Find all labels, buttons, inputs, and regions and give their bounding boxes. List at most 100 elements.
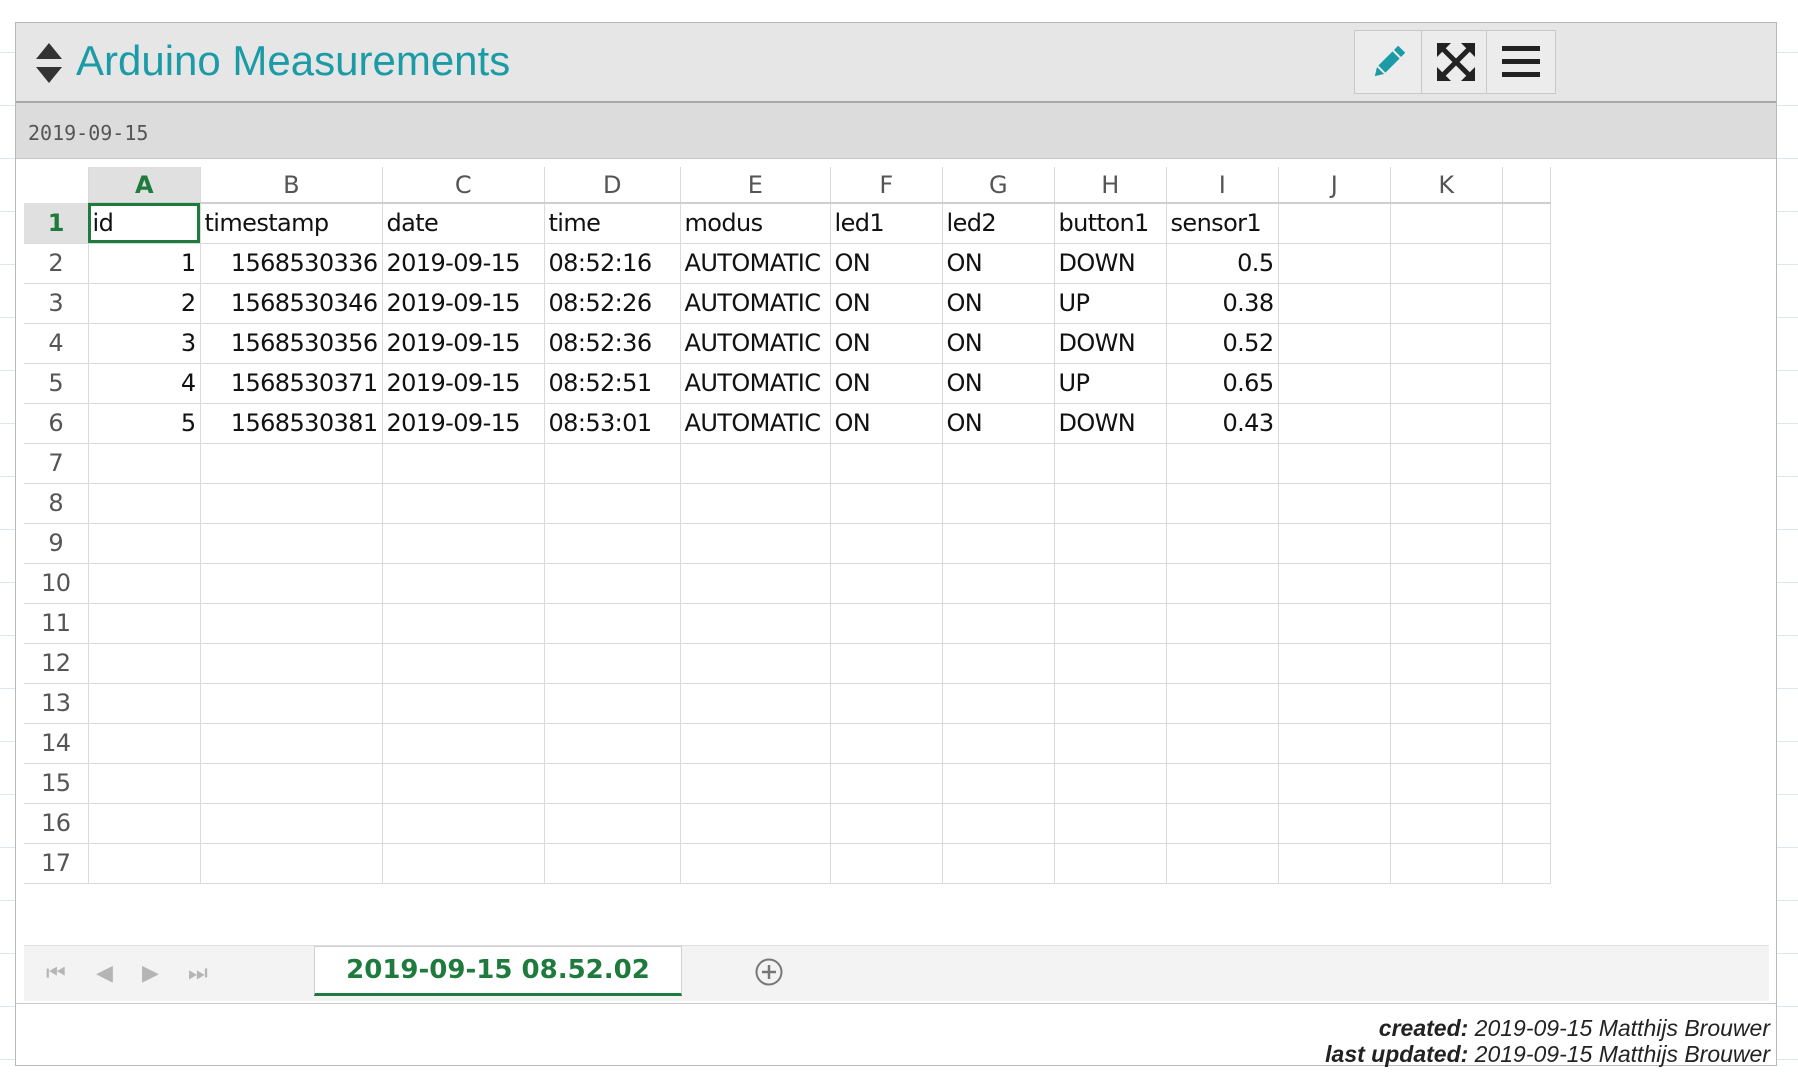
row-header[interactable]: 16 [24, 803, 89, 844]
cell-f7[interactable] [830, 443, 943, 484]
cell-k10[interactable] [1390, 563, 1503, 604]
cell-d1[interactable]: time [544, 203, 681, 244]
cell-j14[interactable] [1278, 723, 1391, 764]
cell-h6[interactable]: DOWN [1054, 403, 1167, 444]
cell-c1[interactable]: date [382, 203, 545, 244]
cell-f3[interactable]: ON [830, 283, 943, 324]
cell-g5[interactable]: ON [942, 363, 1055, 404]
cell-c4[interactable]: 2019-09-15 [382, 323, 545, 364]
cell-f14[interactable] [830, 723, 943, 764]
row-header[interactable]: 12 [24, 643, 89, 684]
row-header[interactable]: 2 [24, 243, 89, 284]
cell-f4[interactable]: ON [830, 323, 943, 364]
row-header[interactable]: 6 [24, 403, 89, 444]
cell-j12[interactable] [1278, 643, 1391, 684]
cell-k17[interactable] [1390, 843, 1503, 884]
cell-g2[interactable]: ON [942, 243, 1055, 284]
cell-i9[interactable] [1166, 523, 1279, 564]
column-header-e[interactable]: E [680, 167, 831, 204]
cell-h4[interactable]: DOWN [1054, 323, 1167, 364]
corner-cell[interactable] [24, 167, 89, 203]
cell-e5[interactable]: AUTOMATIC [680, 363, 831, 404]
cell-c10[interactable] [382, 563, 545, 604]
cell-k9[interactable] [1390, 523, 1503, 564]
cell-f13[interactable] [830, 683, 943, 724]
cell-k6[interactable] [1390, 403, 1503, 444]
row-header[interactable]: 11 [24, 603, 89, 644]
cell-g15[interactable] [942, 763, 1055, 804]
cell-b6[interactable]: 1568530381 [200, 403, 383, 444]
cell-i6[interactable]: 0.43 [1166, 403, 1279, 444]
cell-g1[interactable]: led2 [942, 203, 1055, 244]
cell-c16[interactable] [382, 803, 545, 844]
cell-e4[interactable]: AUTOMATIC [680, 323, 831, 364]
cell-a13[interactable] [88, 683, 201, 724]
row-header[interactable]: 9 [24, 523, 89, 564]
cell-k13[interactable] [1390, 683, 1503, 724]
cell-b2[interactable]: 1568530336 [200, 243, 383, 284]
cell-d5[interactable]: 08:52:51 [544, 363, 681, 404]
cell-b5[interactable]: 1568530371 [200, 363, 383, 404]
cell-k5[interactable] [1390, 363, 1503, 404]
cell-b8[interactable] [200, 483, 383, 524]
cell-e12[interactable] [680, 643, 831, 684]
cell-f15[interactable] [830, 763, 943, 804]
cell-k2[interactable] [1390, 243, 1503, 284]
cell-g16[interactable] [942, 803, 1055, 844]
cell-d15[interactable] [544, 763, 681, 804]
cell-h3[interactable]: UP [1054, 283, 1167, 324]
cell-g17[interactable] [942, 843, 1055, 884]
more-menu-button[interactable] [1486, 30, 1556, 94]
column-header-i[interactable]: I [1166, 167, 1279, 204]
cell-i3[interactable]: 0.38 [1166, 283, 1279, 324]
cell-e6[interactable]: AUTOMATIC [680, 403, 831, 444]
cell-k3[interactable] [1390, 283, 1503, 324]
cell-e13[interactable] [680, 683, 831, 724]
cell-a4[interactable]: 3 [88, 323, 201, 364]
cell-j5[interactable] [1278, 363, 1391, 404]
cell-h10[interactable] [1054, 563, 1167, 604]
cell-i17[interactable] [1166, 843, 1279, 884]
cell-c14[interactable] [382, 723, 545, 764]
cell-j4[interactable] [1278, 323, 1391, 364]
cell-c15[interactable] [382, 763, 545, 804]
cell-f16[interactable] [830, 803, 943, 844]
cell-f11[interactable] [830, 603, 943, 644]
cell-d12[interactable] [544, 643, 681, 684]
cell-c17[interactable] [382, 843, 545, 884]
cell-h14[interactable] [1054, 723, 1167, 764]
next-sheet-icon[interactable]: ▶ [142, 960, 159, 986]
cell-d7[interactable] [544, 443, 681, 484]
row-header[interactable]: 14 [24, 723, 89, 764]
cell-f2[interactable]: ON [830, 243, 943, 284]
cell-f12[interactable] [830, 643, 943, 684]
cell-d9[interactable] [544, 523, 681, 564]
cell-e8[interactable] [680, 483, 831, 524]
cell-h9[interactable] [1054, 523, 1167, 564]
column-header-g[interactable]: G [942, 167, 1055, 204]
add-sheet-icon[interactable] [754, 957, 784, 987]
cell-j9[interactable] [1278, 523, 1391, 564]
fullscreen-button[interactable] [1421, 30, 1491, 94]
cell-h12[interactable] [1054, 643, 1167, 684]
column-header-h[interactable]: H [1054, 167, 1167, 204]
cell-e16[interactable] [680, 803, 831, 844]
column-header-c[interactable]: C [382, 167, 545, 204]
cell-g6[interactable]: ON [942, 403, 1055, 444]
cell-a6[interactable]: 5 [88, 403, 201, 444]
cell-k16[interactable] [1390, 803, 1503, 844]
row-header[interactable]: 15 [24, 763, 89, 804]
edit-button[interactable] [1354, 30, 1424, 94]
cell-h8[interactable] [1054, 483, 1167, 524]
cell-g7[interactable] [942, 443, 1055, 484]
column-header-j[interactable]: J [1278, 167, 1391, 204]
cell-c11[interactable] [382, 603, 545, 644]
cell-b3[interactable]: 1568530346 [200, 283, 383, 324]
cell-i2[interactable]: 0.5 [1166, 243, 1279, 284]
cell-a7[interactable] [88, 443, 201, 484]
row-header[interactable]: 17 [24, 843, 89, 884]
cell-a11[interactable] [88, 603, 201, 644]
cell-f1[interactable]: led1 [830, 203, 943, 244]
cell-a3[interactable]: 2 [88, 283, 201, 324]
cell-c12[interactable] [382, 643, 545, 684]
